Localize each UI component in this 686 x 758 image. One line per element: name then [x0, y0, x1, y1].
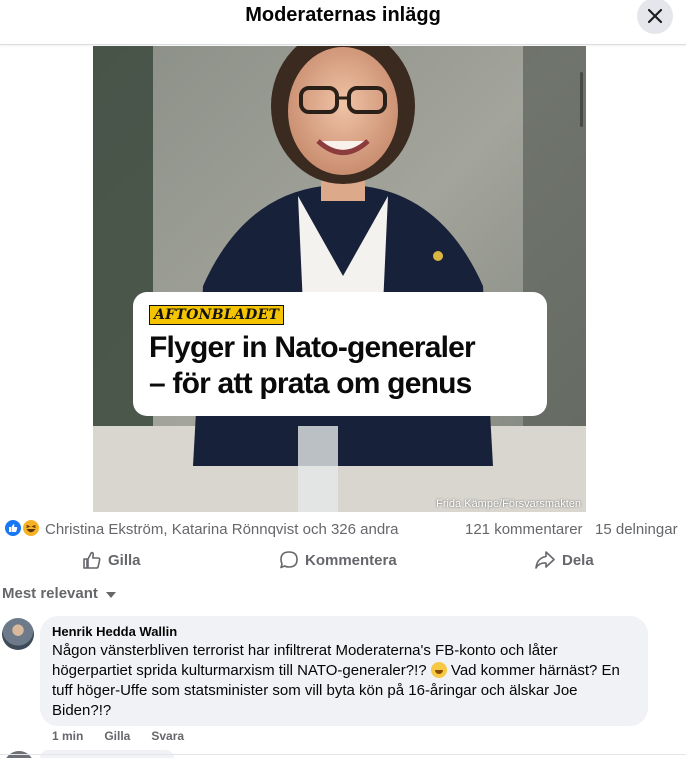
headline-line-2: – för att prata om genus — [149, 367, 472, 400]
scrollbar-thumb[interactable] — [580, 72, 583, 127]
reactor-names-link[interactable]: Christina Ekström, Katarina Rönnqvist oc… — [45, 521, 399, 538]
post-photo — [93, 46, 586, 512]
comment-button-label: Kommentera — [305, 551, 397, 569]
comment-meta: 1 min Gilla Svara — [52, 729, 205, 743]
comment-time[interactable]: 1 min — [52, 729, 83, 743]
laughing-emoji-icon — [430, 662, 447, 678]
comment-icon — [280, 551, 298, 569]
close-icon — [647, 8, 663, 24]
dialog-header: Moderaternas inlägg — [0, 0, 686, 45]
bottom-divider — [0, 754, 686, 755]
like-button-label: Gilla — [108, 551, 141, 569]
post-image[interactable]: AFTONBLADET Flyger in Nato-generaler – f… — [93, 46, 586, 512]
dialog-title: Moderaternas inlägg — [245, 4, 441, 26]
comment-sort-dropdown[interactable]: Mest relevant — [2, 585, 116, 602]
share-button-label: Dela — [562, 551, 594, 569]
haha-icon — [22, 519, 40, 537]
comment-bubble: Henrik Hedda Wallin Någon vänsterbliven … — [40, 616, 648, 726]
reactions-summary: Christina Ekström, Katarina Rönnqvist oc… — [0, 514, 686, 542]
comment-button[interactable]: Kommentera — [279, 543, 397, 577]
share-icon — [535, 551, 555, 569]
comment-reply-link[interactable]: Svara — [151, 729, 184, 743]
photo-credit: Frida Kämpe/Försvarsmakten — [436, 498, 581, 510]
headline-line-1: Flyger in Nato-generaler — [149, 331, 476, 364]
thumbs-up-icon — [83, 551, 101, 569]
comment-like-link[interactable]: Gilla — [104, 729, 130, 743]
caret-down-icon — [105, 592, 116, 598]
reaction-icons[interactable] — [4, 519, 44, 537]
comment-author[interactable]: Henrik Hedda Wallin — [52, 624, 636, 640]
post-actions: Gilla Kommentera Dela — [0, 543, 686, 577]
aftonbladet-logo: AFTONBLADET — [149, 305, 285, 325]
like-button[interactable]: Gilla — [82, 543, 141, 577]
sort-label: Mest relevant — [2, 585, 98, 602]
headline-card: AFTONBLADET Flyger in Nato-generaler – f… — [133, 292, 547, 416]
avatar[interactable] — [2, 618, 34, 650]
share-count-link[interactable]: 15 delningar — [595, 521, 678, 538]
close-button[interactable] — [637, 0, 673, 34]
share-button[interactable]: Dela — [534, 543, 594, 577]
like-icon — [4, 519, 22, 537]
comment-text: Någon vänsterbliven terrorist har infilt… — [52, 641, 636, 721]
comment-count-link[interactable]: 121 kommentarer — [465, 521, 583, 538]
